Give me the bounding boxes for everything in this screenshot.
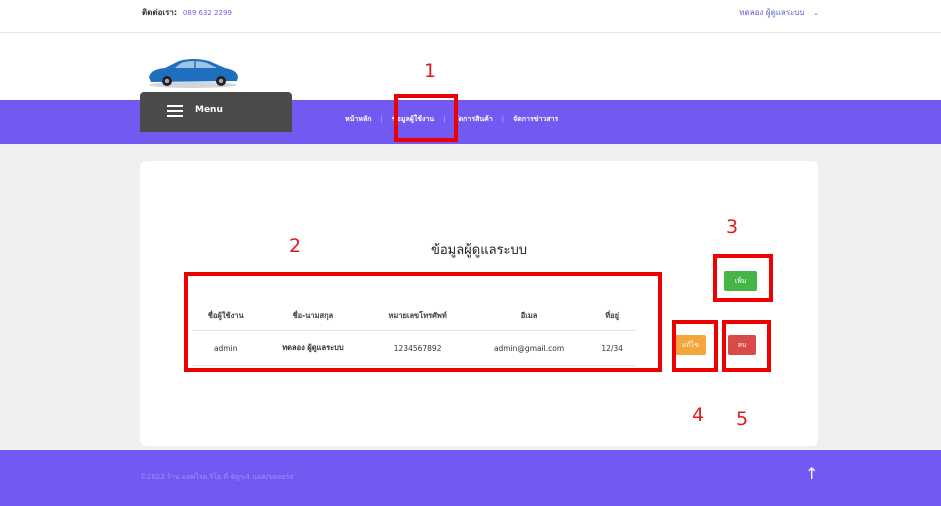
brand-area <box>0 33 941 100</box>
cell-email: admin@gmail.com <box>468 330 590 366</box>
column-header-username: ชื่อผู้ใช้งาน <box>192 302 260 331</box>
nav-separator: | <box>501 115 505 123</box>
table-row: admin ทดลอง ผู้ดูแลระบบ 1234567892 admin… <box>192 330 635 366</box>
annotation-1: 1 <box>424 60 437 82</box>
cell-username: admin <box>192 330 260 366</box>
chevron-down-icon: ⌄ <box>813 9 819 17</box>
nav-separator: | <box>443 115 446 123</box>
nav-links: หน้าหลัก | ข้อมูลผู้ใช้งาน | จัดการสินค้า | จั… <box>345 114 558 125</box>
annotation-3: 3 <box>726 216 739 238</box>
top-bar: ติดต่อเรา: 089 632 2299 ทดลอง ผู้ดูแลระบ… <box>0 0 941 33</box>
cell-fullname: ทดลอง ผู้ดูแลระบบ <box>259 330 367 366</box>
copyright-text: ©2022 ร้าน ออฟโรด ริโอ ที่ 4ลูกเ4 นอค/ขล… <box>140 473 294 481</box>
cell-phone: 1234567892 <box>366 330 469 366</box>
user-name: ทดลอง ผู้ดูแลระบบ <box>739 8 805 17</box>
menu-label: Menu <box>195 105 223 115</box>
nav-home[interactable]: หน้าหลัก <box>345 115 371 123</box>
nav-separator: | <box>380 115 383 123</box>
column-header-email: อีเมล <box>468 302 590 331</box>
contact-label: ติดต่อเรา: <box>142 8 178 17</box>
nav-user-info[interactable]: ข้อมูลผู้ใช้งาน <box>392 115 434 123</box>
column-header-address: ที่อยู่ <box>589 302 635 331</box>
contact-phone[interactable]: 089 632 2299 <box>183 9 232 17</box>
table-header-row: ชื่อผู้ใช้งาน ชื่อ-นามสกุล หมายเลขโทรศัพ… <box>192 302 635 331</box>
footer: ©2022 ร้าน ออฟโรด ริโอ ที่ 4ลูกเ4 นอค/ขล… <box>0 450 941 506</box>
nav-manage-products[interactable]: จัดการสินค้า <box>455 115 493 123</box>
user-account-menu[interactable]: ทดลอง ผู้ดูแลระบบ ⌄ <box>739 6 819 19</box>
admin-card: ข้อมูลผู้ดูแลระบบ เพิ่ม ชื่อผู้ใช้งาน ชื… <box>140 161 818 446</box>
edit-button[interactable]: แก้ไข <box>675 335 706 355</box>
annotation-2: 2 <box>289 235 302 257</box>
cell-address: 12/34 <box>589 330 635 366</box>
car-logo-icon[interactable] <box>145 55 241 89</box>
page-title: ข้อมูลผู้ดูแลระบบ <box>430 243 528 258</box>
admin-table: ชื่อผู้ใช้งาน ชื่อ-นามสกุล หมายเลขโทรศัพ… <box>192 302 635 366</box>
contact-info: ติดต่อเรา: 089 632 2299 <box>142 6 232 19</box>
nav-manage-news[interactable]: จัดการข่าวสาร <box>513 115 558 123</box>
annotation-4: 4 <box>692 404 705 426</box>
hamburger-icon <box>167 105 183 117</box>
column-header-fullname: ชื่อ-นามสกุล <box>259 302 367 331</box>
column-header-phone: หมายเลขโทรศัพท์ <box>366 302 469 331</box>
annotation-5: 5 <box>736 408 749 430</box>
arrow-up-icon[interactable]: ↑ <box>805 464 818 483</box>
delete-button[interactable]: ลบ <box>728 335 756 355</box>
add-button[interactable]: เพิ่ม <box>724 271 757 291</box>
menu-button[interactable]: Menu <box>140 92 292 132</box>
